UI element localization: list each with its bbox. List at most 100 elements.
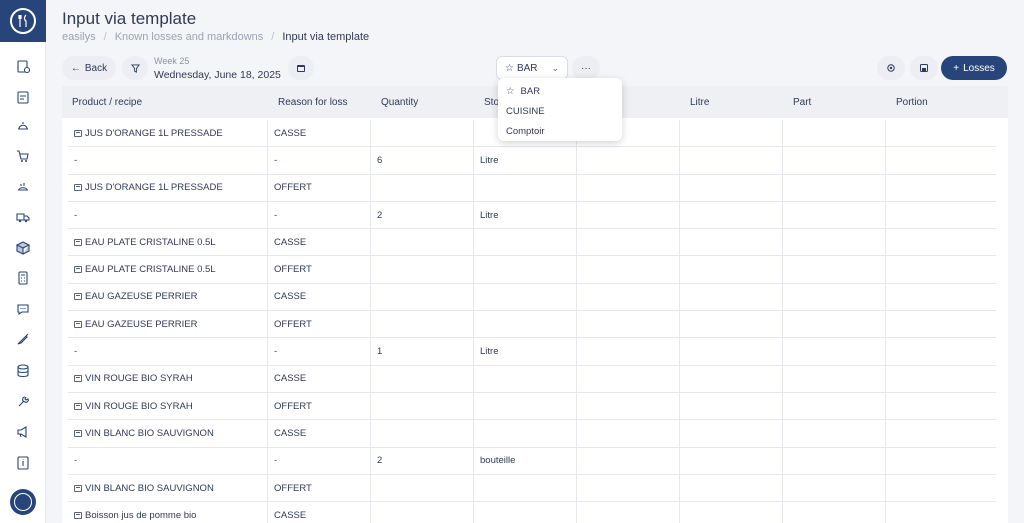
- cell-reason[interactable]: OFFERT: [268, 474, 371, 502]
- cell-reason[interactable]: CASSE: [268, 365, 371, 392]
- cell-empty[interactable]: [577, 147, 680, 174]
- cell-product[interactable]: VIN BLANC BIO SAUVIGNON: [68, 420, 268, 447]
- breadcrumb-item-known-losses[interactable]: Known losses and markdowns: [115, 31, 264, 43]
- cell-empty[interactable]: [886, 366, 996, 392]
- cell-product[interactable]: EAU PLATE CRISTALINE 0.5L: [68, 229, 268, 256]
- cell-empty[interactable]: [886, 311, 996, 337]
- cell-empty[interactable]: [577, 229, 680, 256]
- cell-empty[interactable]: [783, 120, 886, 147]
- cell-reason[interactable]: -: [268, 147, 371, 174]
- table-row[interactable]: VIN ROUGE BIO SYRAH CASSE: [68, 365, 996, 393]
- cell-empty[interactable]: [783, 447, 886, 474]
- table-row[interactable]: - -6 Litre: [68, 147, 996, 175]
- settings-button[interactable]: [877, 56, 905, 80]
- cell-empty[interactable]: [680, 392, 783, 420]
- more-options-button[interactable]: ···: [572, 56, 600, 80]
- cell-empty[interactable]: [783, 420, 886, 447]
- cell-quantity[interactable]: [371, 174, 474, 201]
- cell-reason[interactable]: -: [268, 447, 371, 474]
- sidebar-item-calculator[interactable]: [0, 266, 46, 290]
- cell-quantity[interactable]: [371, 420, 474, 447]
- cell-product[interactable]: JUS D'ORANGE 1L PRESSADE: [68, 120, 268, 147]
- cell-empty[interactable]: [680, 120, 783, 147]
- cell-stock-unit[interactable]: Litre: [474, 147, 577, 174]
- cell-quantity[interactable]: [371, 283, 474, 311]
- cell-quantity[interactable]: [371, 474, 474, 502]
- cell-product[interactable]: EAU PLATE CRISTALINE 0.5L: [68, 256, 268, 283]
- column-header-litre[interactable]: Litre: [680, 86, 783, 118]
- cell-reason[interactable]: CASSE: [268, 502, 371, 523]
- cell-stock-unit[interactable]: [474, 392, 577, 420]
- cell-stock-unit[interactable]: Litre: [474, 201, 577, 229]
- cell-empty[interactable]: [577, 311, 680, 338]
- table-row[interactable]: VIN BLANC BIO SAUVIGNON OFFERT: [68, 474, 996, 503]
- cell-empty[interactable]: [783, 229, 886, 256]
- cell-quantity[interactable]: [371, 502, 474, 523]
- cell-empty[interactable]: [577, 474, 680, 502]
- cell-empty[interactable]: [783, 311, 886, 338]
- sidebar-item-dish[interactable]: [0, 175, 46, 199]
- cell-empty[interactable]: [680, 474, 783, 502]
- cell-empty[interactable]: [680, 201, 783, 229]
- cell-empty[interactable]: [577, 256, 680, 283]
- cell-product[interactable]: -: [68, 147, 268, 174]
- cell-empty[interactable]: [680, 502, 783, 523]
- table-row[interactable]: EAU PLATE CRISTALINE 0.5L OFFERT: [68, 256, 996, 284]
- cell-empty[interactable]: [886, 502, 996, 523]
- cell-stock-unit[interactable]: [474, 174, 577, 201]
- cell-empty[interactable]: [783, 365, 886, 392]
- cell-stock-unit[interactable]: [474, 502, 577, 523]
- cell-empty[interactable]: [680, 420, 783, 447]
- cell-reason[interactable]: OFFERT: [268, 392, 371, 420]
- cell-empty[interactable]: [577, 392, 680, 420]
- sidebar-item-inventory[interactable]: [0, 54, 46, 78]
- table-row[interactable]: VIN BLANC BIO SAUVIGNON CASSE: [68, 420, 996, 448]
- app-logo[interactable]: [0, 0, 46, 42]
- cell-empty[interactable]: [577, 201, 680, 229]
- cell-quantity[interactable]: [371, 120, 474, 147]
- cell-stock-unit[interactable]: [474, 365, 577, 392]
- cell-stock-unit[interactable]: [474, 420, 577, 447]
- sidebar-item-pen[interactable]: [0, 327, 46, 351]
- cell-empty[interactable]: [886, 338, 996, 364]
- cell-product[interactable]: -: [68, 338, 268, 365]
- cell-product[interactable]: -: [68, 447, 268, 474]
- cell-empty[interactable]: [577, 338, 680, 365]
- column-header-part[interactable]: Part: [783, 86, 886, 118]
- cell-quantity[interactable]: [371, 256, 474, 283]
- sidebar-item-cart[interactable]: [0, 144, 46, 168]
- column-header-reason[interactable]: Reason for loss: [268, 86, 371, 118]
- cell-stock-unit[interactable]: Litre: [474, 338, 577, 365]
- cell-empty[interactable]: [783, 474, 886, 502]
- cell-reason[interactable]: CASSE: [268, 283, 371, 311]
- cell-empty[interactable]: [680, 311, 783, 338]
- user-avatar[interactable]: [10, 489, 36, 515]
- cell-empty[interactable]: [783, 283, 886, 311]
- sidebar-item-chat[interactable]: [0, 297, 46, 321]
- cell-reason[interactable]: -: [268, 201, 371, 229]
- cell-empty[interactable]: [577, 365, 680, 392]
- cell-reason[interactable]: -: [268, 338, 371, 365]
- table-row[interactable]: EAU GAZEUSE PERRIER OFFERT: [68, 311, 996, 339]
- cell-quantity[interactable]: 1: [371, 338, 474, 365]
- cell-empty[interactable]: [886, 147, 996, 173]
- sidebar-item-bell-service[interactable]: [0, 113, 46, 137]
- cell-empty[interactable]: [783, 392, 886, 420]
- cell-empty[interactable]: [680, 338, 783, 365]
- cell-product[interactable]: VIN ROUGE BIO SYRAH: [68, 365, 268, 392]
- cell-empty[interactable]: [886, 175, 996, 201]
- cell-empty[interactable]: [783, 502, 886, 523]
- outlet-select[interactable]: ☆ BAR ⌄: [496, 56, 568, 80]
- cell-product[interactable]: EAU GAZEUSE PERRIER: [68, 283, 268, 311]
- cell-reason[interactable]: CASSE: [268, 420, 371, 447]
- cell-empty[interactable]: [680, 229, 783, 256]
- sidebar-item-invoice[interactable]: [0, 85, 46, 109]
- dropdown-option-cuisine[interactable]: CUISINE: [498, 101, 622, 121]
- sidebar-item-delivery-truck[interactable]: [0, 205, 46, 229]
- cell-empty[interactable]: [680, 365, 783, 392]
- cell-quantity[interactable]: [371, 311, 474, 338]
- cell-empty[interactable]: [783, 174, 886, 201]
- cell-empty[interactable]: [680, 147, 783, 174]
- cell-empty[interactable]: [886, 229, 996, 255]
- cell-empty[interactable]: [577, 447, 680, 474]
